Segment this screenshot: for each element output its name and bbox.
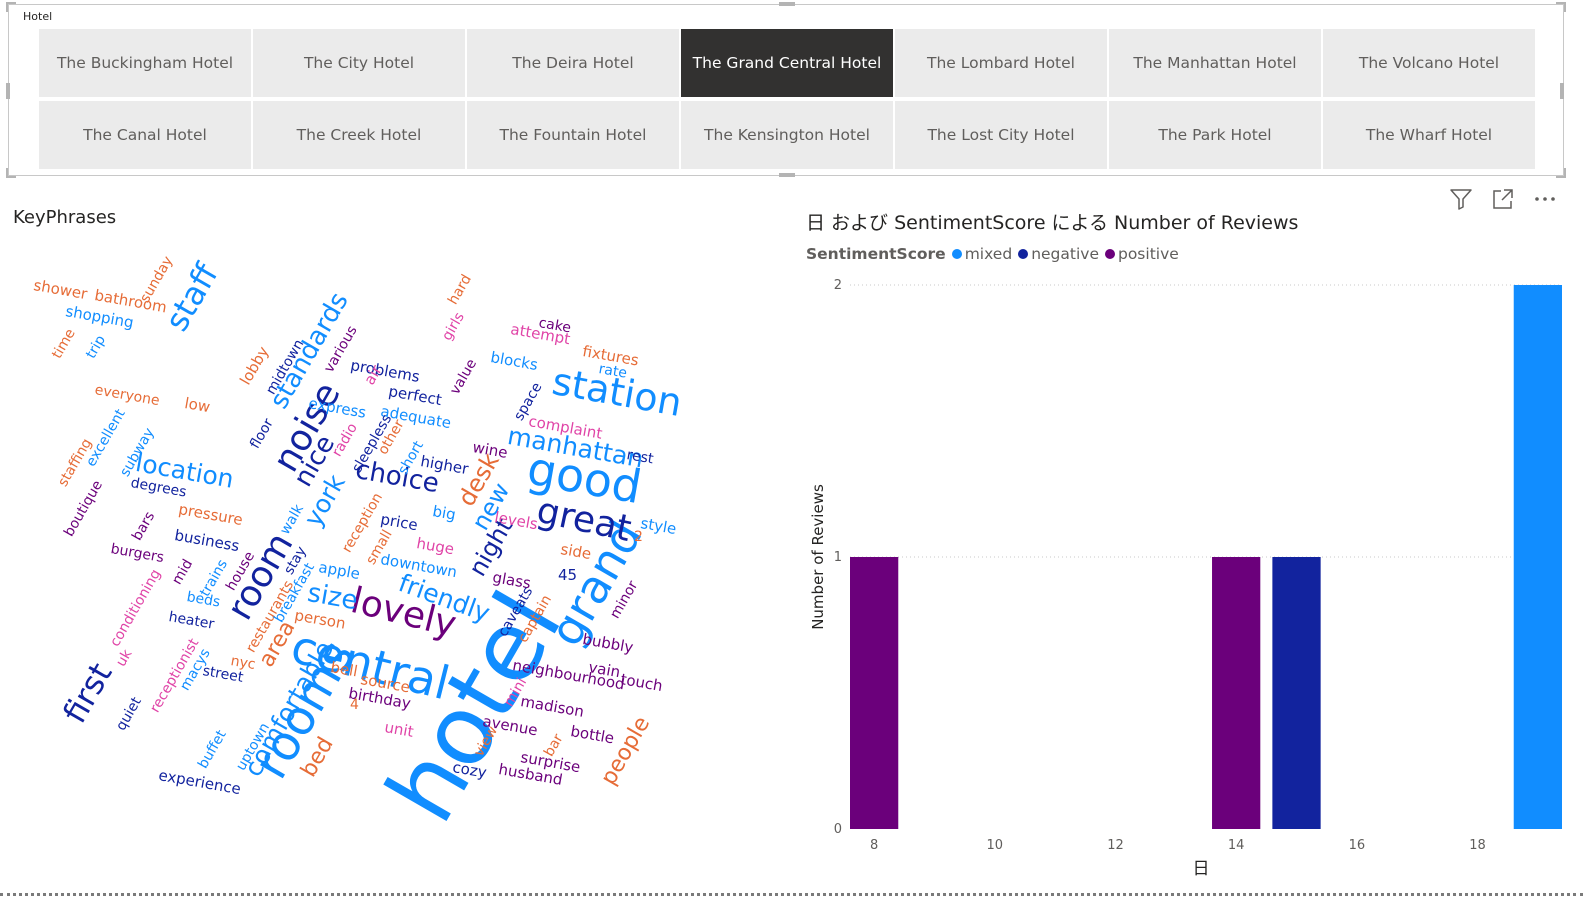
filter-icon[interactable] xyxy=(1448,186,1474,212)
resize-corner-bottom-right[interactable] xyxy=(1556,168,1566,178)
keyphrase-word[interactable]: side xyxy=(559,540,592,563)
keyphrase-word[interactable]: 4 xyxy=(350,698,359,712)
chart-title: 日 および SentimentScore による Number of Revie… xyxy=(806,212,1299,234)
resize-handle-bottom[interactable] xyxy=(779,173,795,177)
x-tick-label: 8 xyxy=(870,838,878,853)
hotel-slicer: Hotel The Buckingham Hotel The City Hote… xyxy=(6,2,1566,178)
slicer-tiles: The Buckingham Hotel The City Hotel The … xyxy=(39,29,1537,169)
wordcloud-title: KeyPhrases xyxy=(13,207,117,228)
keyphrase-word[interactable]: shower xyxy=(32,276,88,303)
legend-dot-negative xyxy=(1018,249,1029,259)
slicer-tile[interactable]: The Park Hotel xyxy=(1109,101,1321,169)
keyphrase-word[interactable]: burgers xyxy=(109,541,165,566)
keyphrase-word[interactable]: beds xyxy=(185,589,221,611)
keyphrase-word[interactable]: trip xyxy=(83,333,109,362)
keyphrase-word[interactable]: conditioning xyxy=(107,567,164,650)
keyphrase-word[interactable]: low xyxy=(183,394,211,416)
legend-item-mixed[interactable]: mixed xyxy=(951,245,1013,263)
focus-mode-icon[interactable] xyxy=(1490,186,1516,212)
slicer-tile-selected[interactable]: The Grand Central Hotel xyxy=(681,29,893,97)
slicer-tile[interactable]: The Kensington Hotel xyxy=(681,101,893,169)
keyphrase-word[interactable]: excellent xyxy=(83,407,129,470)
keyphrase-word[interactable]: bubbly xyxy=(581,630,634,657)
x-tick-label: 14 xyxy=(1228,838,1245,853)
y-axis-title: Number of Reviews xyxy=(809,484,827,630)
slicer-tile[interactable]: The Buckingham Hotel xyxy=(39,29,251,97)
reviews-bar-chart: 0128 10 12 14 16 18日Number of Reviews xyxy=(809,278,1562,879)
x-tick-label: 16 xyxy=(1349,838,1366,853)
visual-header xyxy=(1448,186,1558,212)
slicer-tile[interactable]: The City Hotel xyxy=(253,29,465,97)
bar-positive-8[interactable] xyxy=(850,557,899,829)
x-tick-label: 12 xyxy=(1107,838,1124,853)
x-tick-label: 10 xyxy=(987,838,1004,853)
slicer-tile[interactable]: The Creek Hotel xyxy=(253,101,465,169)
keyphrase-word[interactable]: value xyxy=(447,356,480,397)
slicer-tile[interactable]: The Canal Hotel xyxy=(39,101,251,169)
keyphrase-word[interactable]: business xyxy=(173,526,241,555)
keyphrase-word[interactable]: bars xyxy=(129,509,158,543)
bottom-divider xyxy=(0,893,1583,896)
legend-label: positive xyxy=(1117,245,1179,263)
keyphrase-word[interactable]: time xyxy=(49,326,79,361)
legend-item-negative[interactable]: negative xyxy=(1018,245,1099,263)
bar-mixed-19[interactable] xyxy=(1513,285,1562,829)
legend-title: SentimentScore xyxy=(806,245,946,263)
legend-item-positive[interactable]: positive xyxy=(1104,245,1179,263)
legend-dot-mixed xyxy=(951,249,962,259)
keyphrase-word[interactable]: huge xyxy=(415,534,455,558)
keyphrase-word[interactable]: 45 xyxy=(558,568,577,583)
keyphrase-word[interactable]: girls xyxy=(439,310,468,344)
y-tick-label: 0 xyxy=(834,822,842,837)
keyphrase-word[interactable]: buffet xyxy=(195,728,230,772)
keyphrase-word[interactable]: 2 xyxy=(634,530,643,544)
bar-positive-14[interactable] xyxy=(1212,557,1261,829)
keyphrase-word[interactable]: hard xyxy=(445,272,475,308)
resize-corner-top-right[interactable] xyxy=(1556,2,1566,12)
keyphrase-word[interactable]: quiet xyxy=(113,695,145,734)
slicer-tile[interactable]: The Deira Hotel xyxy=(467,29,679,97)
keyphrase-word[interactable]: nyc xyxy=(229,653,256,673)
slicer-tile[interactable]: The Lost City Hotel xyxy=(895,101,1107,169)
y-tick-label: 2 xyxy=(834,278,842,293)
bar-negative-15[interactable] xyxy=(1272,557,1321,829)
y-tick-label: 1 xyxy=(834,550,842,565)
slicer-tile[interactable]: The Fountain Hotel xyxy=(467,101,679,169)
keyphrase-word[interactable]: everyone xyxy=(93,382,160,409)
keyphrase-word[interactable]: bell xyxy=(329,658,359,680)
slicer-tile[interactable]: The Wharf Hotel xyxy=(1323,101,1535,169)
slicer-tile[interactable]: The Lombard Hotel xyxy=(895,29,1107,97)
resize-handle-top[interactable] xyxy=(779,2,795,6)
resize-corner-top-left[interactable] xyxy=(6,2,16,12)
legend-label: negative xyxy=(1031,245,1099,263)
keyphrase-word[interactable]: big xyxy=(431,502,457,524)
keyphrase-word[interactable]: experience xyxy=(157,766,242,798)
x-tick-label: 18 xyxy=(1469,838,1486,853)
legend-label: mixed xyxy=(964,245,1013,263)
keyphrases-wordcloud: hotel central rooms grand good great station lo… xyxy=(0,240,700,840)
legend-dot-positive xyxy=(1104,249,1115,259)
keyphrase-word[interactable]: blocks xyxy=(489,348,539,374)
slicer-tile[interactable]: The Volcano Hotel xyxy=(1323,29,1535,97)
keyphrase-word[interactable]: rest xyxy=(625,447,654,467)
keyphrase-word[interactable]: mid xyxy=(169,557,196,588)
x-axis-title: 日 xyxy=(1193,859,1210,879)
keyphrase-word[interactable]: uk xyxy=(113,647,135,670)
keyphrase-word[interactable]: bottle xyxy=(569,722,615,747)
resize-handle-left[interactable] xyxy=(6,83,10,99)
keyphrase-word[interactable]: radio xyxy=(329,421,361,460)
keyphrase-word[interactable]: pressure xyxy=(177,500,244,529)
slicer-title: Hotel xyxy=(23,10,53,23)
more-options-icon[interactable] xyxy=(1532,186,1558,212)
resize-handle-right[interactable] xyxy=(1560,83,1564,99)
chart-legend: SentimentScore mixed negative positive xyxy=(806,245,1185,263)
keyphrase-word[interactable]: heater xyxy=(167,609,215,633)
keyphrase-word[interactable]: people xyxy=(596,712,655,789)
resize-corner-bottom-left[interactable] xyxy=(6,168,16,178)
keyphrase-word[interactable]: first xyxy=(55,656,119,729)
slicer-tile[interactable]: The Manhattan Hotel xyxy=(1109,29,1321,97)
keyphrase-word[interactable]: touch xyxy=(619,670,664,695)
keyphrase-word[interactable]: unit xyxy=(383,718,415,741)
keyphrase-word[interactable]: apple xyxy=(317,558,361,583)
